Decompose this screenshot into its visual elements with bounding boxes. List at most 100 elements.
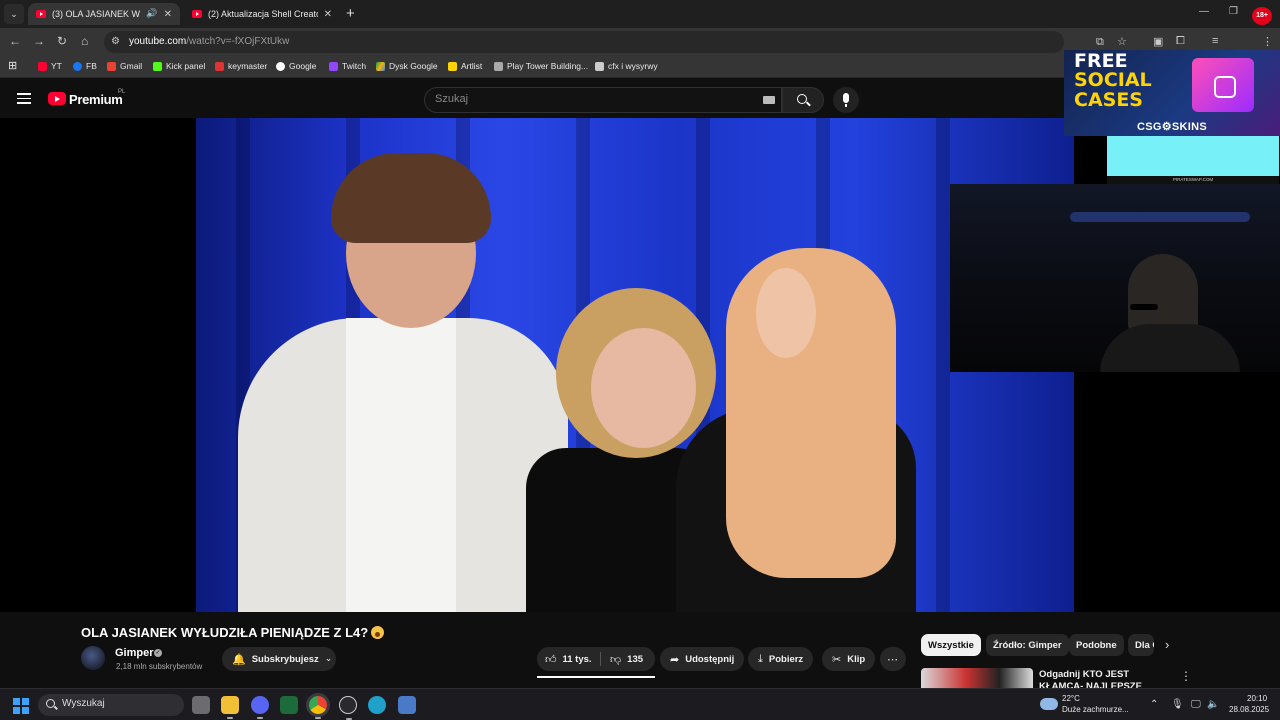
channel-name[interactable]: Gimper — [115, 647, 154, 659]
back-arrow-icon[interactable]: ← — [9, 34, 21, 48]
audio-playing-icon[interactable]: 🔊 — [146, 9, 157, 19]
menu-dots-icon[interactable]: ⋮ — [1262, 35, 1273, 48]
clock-time[interactable]: 20:10 — [1247, 694, 1267, 703]
like-count: 11 tys. — [562, 654, 592, 665]
address-bar[interactable]: ⚙ youtube.com/watch?v=-fXOjFXtUkw ⧉ ☆ — [104, 31, 1127, 53]
weather-description[interactable]: Duże zachmurze... — [1062, 705, 1129, 714]
bookmark-play-tower[interactable]: Play Tower Building... — [494, 61, 588, 71]
youtube-icon — [38, 61, 47, 71]
weather-temp[interactable]: 22°C — [1062, 694, 1080, 703]
dislike-button[interactable]: 👎︎ 135 — [610, 653, 643, 666]
search-input[interactable] — [435, 93, 735, 105]
voice-search-mic-icon[interactable] — [833, 87, 859, 113]
home-icon[interactable]: ⌂ — [81, 34, 88, 48]
cloud-weather-icon[interactable] — [1040, 698, 1058, 710]
reload-icon[interactable]: ↻ — [57, 34, 67, 48]
chip-for-you[interactable]: Dla C — [1128, 634, 1154, 656]
chevron-up-icon[interactable]: ⌃ — [1150, 699, 1158, 710]
bookmark-gmail[interactable]: Gmail — [107, 61, 142, 71]
extensions-puzzle-icon[interactable]: ⧠ — [1176, 35, 1185, 48]
chip-related[interactable]: Podobne — [1069, 634, 1124, 656]
bookmark-google-drive[interactable]: Dysk Google — [376, 61, 438, 71]
more-actions-button[interactable]: ⋯ — [880, 647, 906, 671]
chrome-icon[interactable] — [309, 696, 327, 719]
cfx-icon — [595, 61, 604, 71]
extension-icon[interactable]: ▣ — [1153, 35, 1163, 48]
bookmark-keymaster[interactable]: keymaster — [215, 61, 267, 71]
bookmark-star-icon[interactable]: ☆ — [1117, 35, 1127, 48]
keyboard-icon[interactable] — [763, 96, 775, 104]
bookmark-kick-panel[interactable]: Kick panel — [153, 61, 205, 71]
chip-all[interactable]: Wszystkie — [921, 634, 981, 656]
video-title: OLA JASIANEK WYŁUDZIŁA PIENIĄDZE Z L4? — [81, 624, 385, 640]
google-icon — [276, 61, 285, 71]
bookmark-cfx[interactable]: cfx i wysyrwy — [595, 61, 658, 71]
minimize-button[interactable]: — — [1199, 6, 1209, 17]
forward-arrow-icon[interactable]: → — [33, 34, 45, 48]
subscribed-button[interactable]: 🔔 Subskrybujesz ⌄ — [222, 647, 336, 671]
tab-shell-creator[interactable]: (2) Aktualizacja Shell Creator 1. ✕ — [184, 3, 340, 25]
clip-label: Klip — [847, 653, 866, 665]
recommendation-thumbnail[interactable] — [921, 668, 1033, 688]
media-controls-icon[interactable]: ≡ — [1212, 35, 1218, 47]
site-info-icon[interactable]: ⚙ — [111, 36, 120, 47]
taskbar-search-input[interactable] — [62, 698, 172, 709]
bookmark-artlist[interactable]: Artlist — [448, 61, 482, 71]
tab-youtube-video[interactable]: (3) OLA JASIANEK WYŁUDZ 🔊 ✕ — [28, 3, 180, 25]
more-dots-icon: ⋯ — [887, 652, 898, 666]
artlist-icon — [448, 61, 457, 71]
hamburger-menu-icon[interactable] — [17, 93, 31, 104]
bookmark-google[interactable]: Google — [276, 61, 316, 71]
bookmark-yt[interactable]: YT — [38, 61, 62, 71]
chevron-right-icon[interactable]: › — [1165, 637, 1169, 652]
like-button[interactable]: 👍︎ 11 tys. — [545, 653, 592, 666]
bookmark-fb[interactable]: FB — [73, 61, 97, 71]
close-window-button[interactable]: 18+ — [1252, 7, 1272, 25]
share-label: Udostępnij — [685, 653, 735, 665]
youtube-logo-icon[interactable] — [48, 92, 66, 105]
chevron-down-icon: ⌄ — [324, 654, 333, 664]
discord-icon[interactable] — [251, 696, 269, 719]
recommendation-title[interactable]: Odgadnij KTO JEST KŁAMCĄ- NAJLEPSZE MOME… — [1039, 669, 1169, 688]
taskbar-search[interactable] — [38, 694, 184, 716]
search-button[interactable] — [782, 87, 824, 113]
apps-grid-icon[interactable]: ⊞ — [8, 59, 17, 72]
share-button[interactable]: ➦ Udostępnij — [660, 647, 745, 671]
recommendation-menu-icon[interactable]: ⋮ — [1180, 669, 1192, 683]
install-app-icon[interactable]: ⧉ — [1096, 36, 1104, 49]
share-arrow-icon: ➦ — [670, 652, 680, 666]
microphone-icon[interactable]: 🎙︎ — [1171, 699, 1184, 710]
download-label: Pobierz — [768, 653, 804, 665]
dislike-count: 135 — [627, 654, 644, 665]
download-icon: ⤓ — [758, 652, 763, 665]
ad-brand: CSG⚙SKINS — [1136, 121, 1208, 133]
clock-date[interactable]: 28.08.2025 — [1229, 705, 1269, 714]
edge-icon[interactable] — [368, 696, 386, 714]
streamer-webcam-overlay — [950, 184, 1280, 372]
file-explorer-icon[interactable] — [221, 696, 239, 719]
new-tab-button[interactable]: + — [346, 5, 355, 22]
speaker-icon[interactable]: 🔈 — [1207, 699, 1219, 710]
windows-start-icon[interactable] — [13, 698, 29, 714]
channel-avatar[interactable] — [81, 646, 105, 670]
tab-search-button[interactable]: ⌄ — [4, 4, 24, 24]
chip-from-channel[interactable]: Źródło: Gimper — [986, 634, 1069, 656]
excel-icon[interactable] — [280, 696, 298, 714]
download-button[interactable]: ⤓ Pobierz — [748, 647, 814, 671]
close-tab-icon[interactable]: ✕ — [164, 9, 172, 20]
bookmark-twitch[interactable]: Twitch — [329, 61, 366, 71]
task-view-icon[interactable] — [192, 696, 210, 714]
calculator-icon[interactable] — [398, 696, 416, 714]
surprised-emoji-icon — [371, 626, 385, 639]
clip-button[interactable]: ✂ Klip — [822, 647, 876, 671]
sponsor-banner-label: PIRATESWAP.COM — [1107, 176, 1279, 184]
search-box[interactable] — [424, 87, 782, 113]
close-tab-icon[interactable]: ✕ — [324, 9, 332, 20]
scissors-icon: ✂ — [832, 652, 842, 666]
restore-button[interactable]: ❐ — [1229, 6, 1238, 17]
keymaster-icon — [215, 61, 224, 71]
obs-icon[interactable] — [339, 696, 357, 720]
network-icon[interactable]: 🖵 — [1191, 699, 1201, 710]
video-frame[interactable] — [196, 118, 1074, 612]
youtube-premium-brand[interactable]: Premium — [69, 92, 123, 107]
